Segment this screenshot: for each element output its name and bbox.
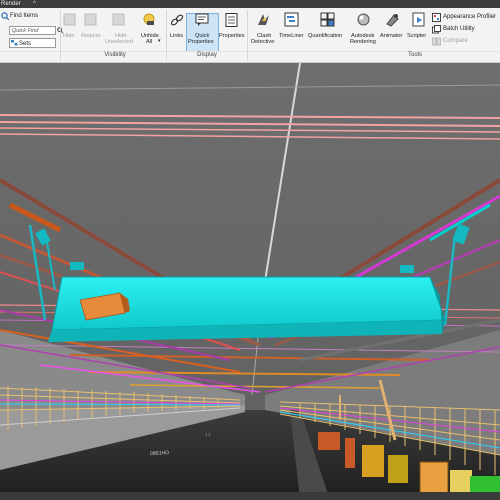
visibility-group-label: Visibility [104,52,126,58]
quick-properties-icon [195,13,209,26]
scripter-icon [412,12,425,27]
autodesk-rendering-label-2[interactable]: Rendering [350,39,376,46]
tools-group-label: Tools [407,52,422,58]
timeliner-button[interactable]: TimeLiner [279,33,304,40]
floor-marker: 1 2 [205,432,211,437]
quantification-button[interactable]: Quantification [308,33,342,40]
sets-label: Sets [19,41,32,47]
clash-detective-icon [258,14,269,25]
compare-button[interactable]: Compare [443,38,468,45]
hide-icon [63,13,76,26]
chevron-down-icon[interactable]: ▾ [158,38,161,45]
hide-unselected-icon [112,13,125,26]
require-icon [84,13,97,26]
chevron-up-icon[interactable]: ^ [33,0,36,8]
display-group-label: Display [197,52,217,58]
animator-icon [386,14,399,27]
hide-button[interactable]: Hide [63,33,75,40]
separator [247,10,248,60]
title-bar: Render ^ [0,0,500,8]
unhide-all-icon [143,13,155,25]
3d-viewport[interactable]: 08B1HO 1 2 [0,63,500,500]
properties-icon [225,13,238,27]
separator [166,10,167,60]
animator-button[interactable]: Animator [380,33,402,40]
timeliner-icon [284,12,299,27]
quick-properties-label-2: Properties [188,39,214,45]
sets-icon [11,40,18,46]
quantification-icon [320,12,335,27]
viewport-bottom-edge [0,492,500,500]
links-icon [170,14,184,26]
clash-detective-label-2[interactable]: Detective [251,39,274,46]
find-items-button[interactable]: Find Items [10,13,38,20]
links-button[interactable]: Links [170,33,183,40]
hide-unselected-label-2[interactable]: Unselected [105,39,133,46]
separator [60,10,61,60]
scripter-button[interactable]: Scripter [407,33,426,40]
compare-icon [432,37,441,46]
find-items-icon [1,12,9,20]
batch-utility-button[interactable]: Batch Utility [443,26,475,33]
appearance-profiler-icon [432,13,441,22]
properties-button[interactable]: Properties [219,33,245,40]
ribbon-tab-render[interactable]: Render [1,0,21,8]
floor-label: 08B1HO [150,450,170,457]
batch-utility-icon [432,25,441,34]
autodesk-rendering-icon [357,13,370,26]
appearance-profiler-button[interactable]: Appearance Profiler [443,14,496,21]
ribbon: Find Items Quick Find Sets Hide Require … [0,8,500,63]
quick-find-input[interactable]: Quick Find [9,26,56,35]
require-button[interactable]: Require [81,33,101,40]
unhide-all-label-2[interactable]: All [146,39,152,46]
